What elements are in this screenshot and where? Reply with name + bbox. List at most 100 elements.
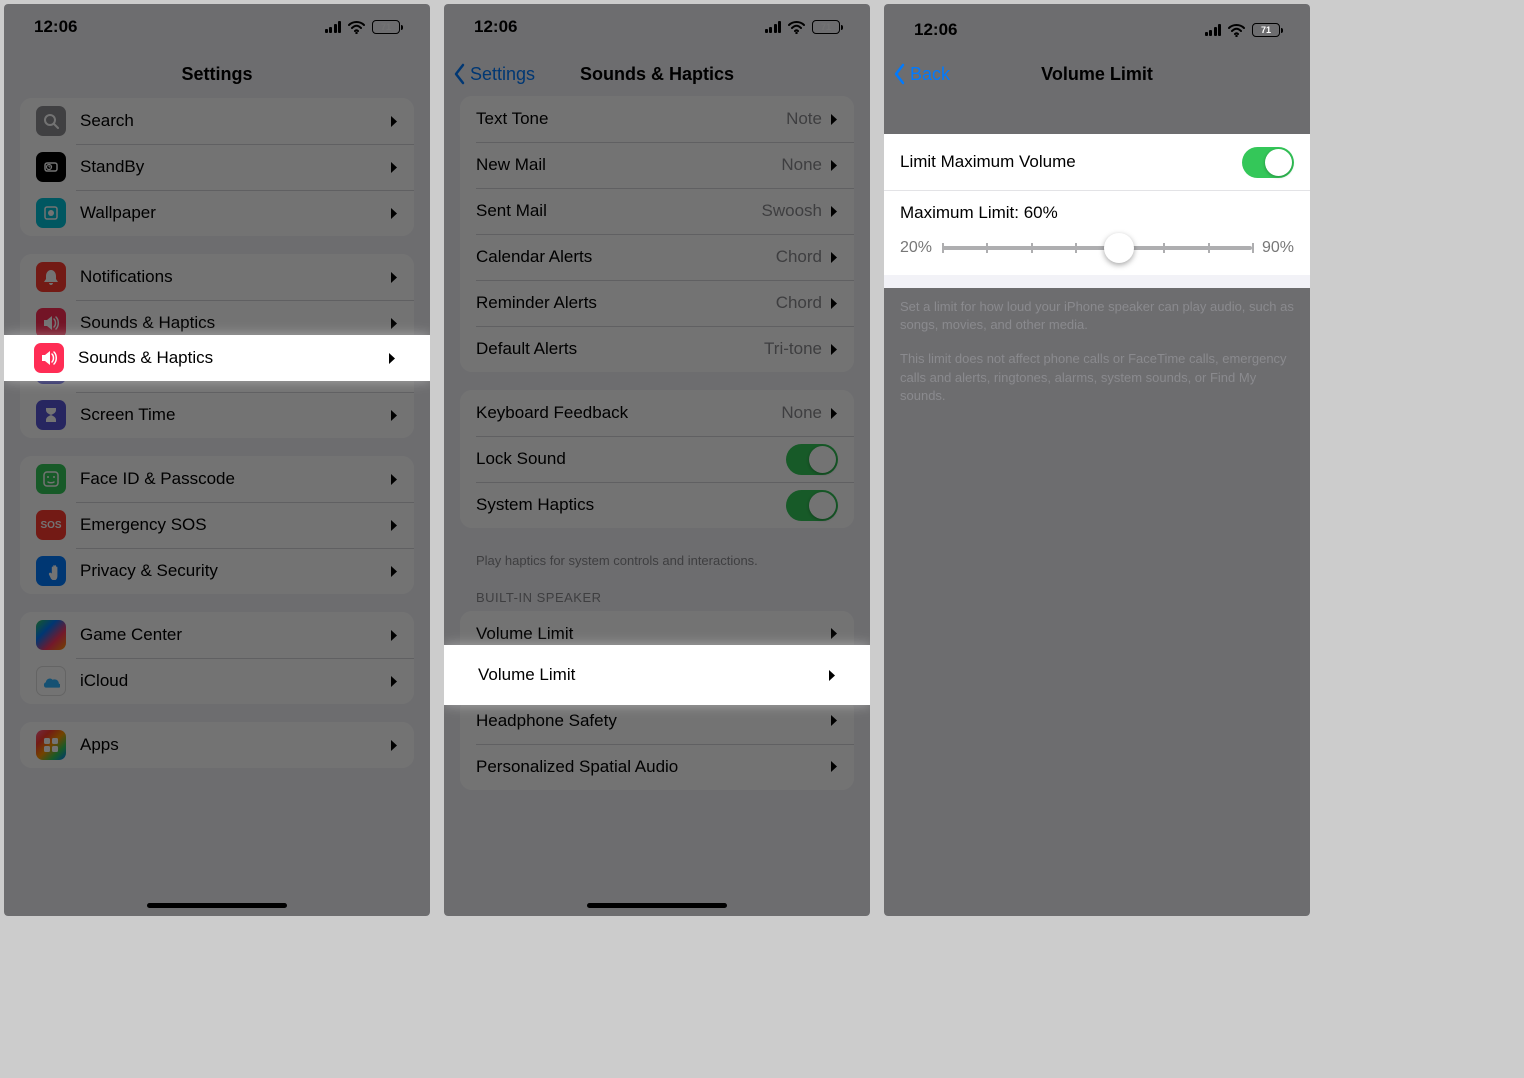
chevron-icon [390, 473, 398, 486]
row-label: Keyboard Feedback [476, 403, 781, 423]
row-label: Sounds & Haptics [80, 313, 390, 333]
screenshot-volume-limit: 12:06 71 Back Volume Limit Limit Maximum… [884, 4, 1310, 916]
home-indicator[interactable] [147, 903, 287, 908]
row-value: Tri-tone [764, 339, 822, 359]
chevron-icon [830, 205, 838, 218]
row-label: Default Alerts [476, 339, 764, 359]
back-button[interactable]: Back [892, 63, 950, 85]
row-screen-time[interactable]: Screen Time [20, 392, 414, 438]
row-default-alerts[interactable]: Default Alerts Tri-tone [460, 326, 854, 372]
slider-thumb[interactable] [1104, 233, 1134, 263]
row-game-center[interactable]: Game Center [20, 612, 414, 658]
row-limit-slider: Maximum Limit: 60% 20% 90% [884, 190, 1310, 275]
row-label: Game Center [80, 625, 390, 645]
row-value: Chord [776, 247, 822, 267]
status-right: 71 [765, 20, 841, 34]
cellular-icon [1205, 24, 1222, 36]
row-emergency-sos[interactable]: SOS Emergency SOS [20, 502, 414, 548]
cellular-icon [325, 21, 342, 33]
volume-slider[interactable] [942, 246, 1252, 250]
nav-bar: Settings [4, 50, 430, 98]
chevron-icon [830, 343, 838, 356]
row-value: Swoosh [762, 201, 822, 221]
back-button[interactable]: Settings [452, 63, 535, 85]
row-label: System Haptics [476, 495, 786, 515]
status-bar: 12:06 71 [444, 4, 870, 50]
row-reminder-alerts[interactable]: Reminder Alerts Chord [460, 280, 854, 326]
row-sent-mail[interactable]: Sent Mail Swoosh [460, 188, 854, 234]
row-volume-limit-hl[interactable]: Volume Limit [444, 645, 870, 705]
battery-icon: 71 [812, 20, 840, 34]
row-label: Personalized Spatial Audio [476, 757, 830, 777]
settings-group-3: Face ID & Passcode SOS Emergency SOS Pri… [20, 456, 414, 594]
row-wallpaper[interactable]: Wallpaper [20, 190, 414, 236]
dim-overlay-top: 12:06 71 Back Volume Limit [884, 4, 1310, 134]
row-privacy[interactable]: Privacy & Security [20, 548, 414, 594]
row-label: Apps [80, 735, 390, 755]
row-label: Notifications [80, 267, 390, 287]
speaker-header: BUILT-IN SPEAKER [444, 590, 870, 611]
row-standby[interactable]: StandBy [20, 144, 414, 190]
hourglass-icon [36, 400, 66, 430]
row-label: Text Tone [476, 109, 786, 129]
highlight-sounds-haptics: Sounds & Haptics [4, 335, 430, 381]
screenshot-sounds-haptics: 12:06 71 Settings Sounds & Haptics Text … [444, 4, 870, 916]
toggle-label: Limit Maximum Volume [900, 152, 1242, 172]
row-faceid[interactable]: Face ID & Passcode [20, 456, 414, 502]
footer-text-2: This limit does not affect phone calls o… [884, 344, 1310, 415]
slider-min: 20% [900, 239, 932, 257]
chevron-icon [830, 113, 838, 126]
row-limit-toggle[interactable]: Limit Maximum Volume [884, 134, 1310, 190]
chevron-icon [390, 629, 398, 642]
chevron-icon [388, 352, 396, 365]
home-indicator[interactable] [587, 903, 727, 908]
status-bar: 12:06 71 [4, 4, 430, 50]
limit-toggle[interactable] [1242, 147, 1294, 178]
row-search[interactable]: Search [20, 98, 414, 144]
game-center-icon [36, 620, 66, 650]
chevron-icon [390, 271, 398, 284]
chevron-icon [830, 297, 838, 310]
toggle[interactable] [786, 490, 838, 521]
chevron-icon [390, 739, 398, 752]
row-new-mail[interactable]: New Mail None [460, 142, 854, 188]
row-apps[interactable]: Apps [20, 722, 414, 768]
chevron-icon [390, 519, 398, 532]
row-system-haptics[interactable]: System Haptics [460, 482, 854, 528]
chevron-icon [390, 675, 398, 688]
highlight-volume-limit-panel: Limit Maximum Volume Maximum Limit: 60% … [884, 134, 1310, 275]
row-keyboard-feedback[interactable]: Keyboard FeedbackNone [460, 390, 854, 436]
row-label: StandBy [80, 157, 390, 177]
row-label: Calendar Alerts [476, 247, 776, 267]
row-notifications[interactable]: Notifications [20, 254, 414, 300]
row-value: None [781, 403, 822, 423]
row-label: Screen Time [80, 405, 390, 425]
status-time: 12:06 [474, 17, 517, 37]
toggle[interactable] [786, 444, 838, 475]
battery-icon: 71 [372, 20, 400, 34]
row-label: iCloud [80, 671, 390, 691]
dim-overlay-bottom: Set a limit for how loud your iPhone spe… [884, 288, 1310, 916]
footer-text-1: Set a limit for how loud your iPhone spe… [884, 288, 1310, 344]
row-sounds-haptics-hl[interactable]: Sounds & Haptics [4, 335, 430, 381]
row-lock-sound[interactable]: Lock Sound [460, 436, 854, 482]
chevron-icon [390, 409, 398, 422]
faceid-icon [36, 464, 66, 494]
chevron-icon [830, 714, 838, 727]
row-icloud[interactable]: iCloud [20, 658, 414, 704]
alerts-group: Text Tone Note New Mail None Sent Mail S… [460, 96, 854, 372]
row-label: Sent Mail [476, 201, 762, 221]
row-label: Face ID & Passcode [80, 469, 390, 489]
status-right: 71 [325, 20, 401, 34]
row-value: None [781, 155, 822, 175]
page-title: Volume Limit [1041, 64, 1153, 85]
row-calendar-alerts[interactable]: Calendar Alerts Chord [460, 234, 854, 280]
hand-icon [36, 556, 66, 586]
chevron-icon [830, 159, 838, 172]
row-text-tone[interactable]: Text Tone Note [460, 96, 854, 142]
row-personalized-spatial-audio[interactable]: Personalized Spatial Audio [460, 744, 854, 790]
settings-group-4: Game Center iCloud [20, 612, 414, 704]
chevron-icon [390, 161, 398, 174]
chevron-icon [830, 760, 838, 773]
standby-icon [36, 152, 66, 182]
